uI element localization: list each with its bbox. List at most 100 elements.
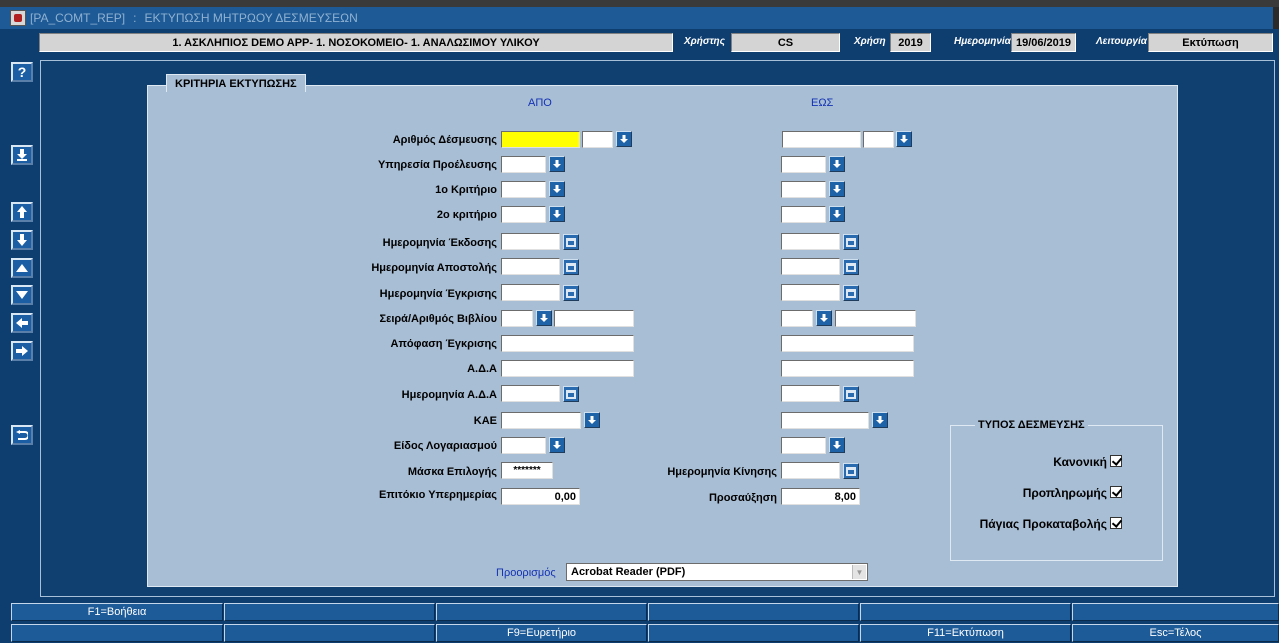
ada-date-to-input[interactable]: [781, 385, 840, 402]
issue-date-from-input[interactable]: [501, 233, 560, 250]
arrow-down-icon: [553, 209, 561, 218]
fixed-advance-checkbox[interactable]: [1110, 517, 1122, 529]
book-series-to-lov-button[interactable]: [816, 310, 832, 326]
criterion1-from-input[interactable]: [501, 181, 546, 198]
late-interest-input[interactable]: 0,00: [501, 488, 580, 505]
criterion2-label: 2ο κριτήριο: [436, 209, 497, 221]
prepayment-checkbox[interactable]: [1110, 486, 1122, 498]
list-values-button[interactable]: [11, 145, 33, 165]
first-record-button[interactable]: [11, 202, 33, 222]
book-number-to-input[interactable]: [835, 310, 916, 327]
movement-date-calendar-icon[interactable]: [843, 463, 859, 479]
destination-select[interactable]: Acrobat Reader (PDF) ▼: [566, 563, 868, 581]
account-type-from-lov-button[interactable]: [549, 437, 565, 453]
next-record-button[interactable]: [11, 285, 33, 305]
fkey-r2-2[interactable]: [224, 624, 435, 642]
origin-service-label: Υπηρεσία Προέλευσης: [377, 159, 497, 171]
kae-from-lov-button[interactable]: [584, 412, 600, 428]
esc-exit-key[interactable]: Esc=Τέλος: [1072, 624, 1279, 642]
book-series-from-lov-button[interactable]: [536, 310, 552, 326]
approval-decision-to-input[interactable]: [781, 335, 914, 352]
destination-label: Προορισμός: [496, 567, 556, 579]
commitment-no-to-input[interactable]: [782, 131, 861, 148]
arrow-down-icon: [588, 415, 596, 424]
undo-button[interactable]: [11, 425, 33, 445]
book-series-to-input[interactable]: [781, 310, 813, 327]
origin-service-to-input[interactable]: [781, 156, 826, 173]
fkey-r1-6[interactable]: [1072, 603, 1279, 621]
dispatch-date-from-calendar-icon[interactable]: [563, 259, 579, 275]
help-button[interactable]: ?: [11, 62, 33, 82]
function-keys: F1=Βοήθεια F9=Ευρετήριο F11=Εκτύπωση Esc…: [0, 603, 1279, 643]
triangle-up-icon: [16, 264, 28, 272]
fkey-r1-4[interactable]: [648, 603, 859, 621]
account-type-to-lov-button[interactable]: [829, 437, 845, 453]
criterion2-to-lov-button[interactable]: [829, 206, 845, 222]
fkey-r2-1[interactable]: [11, 624, 223, 642]
dispatch-date-to-input[interactable]: [781, 258, 840, 275]
criterion2-from-input[interactable]: [501, 206, 546, 223]
fixed-advance-checkbox-label: Πάγιας Προκαταβολής: [979, 517, 1107, 531]
criterion1-from-lov-button[interactable]: [549, 181, 565, 197]
selection-mask-input[interactable]: *******: [501, 462, 553, 479]
last-record-button[interactable]: [11, 230, 33, 250]
user-field: CS: [731, 33, 840, 52]
kae-to-input[interactable]: [781, 412, 869, 429]
previous-record-button[interactable]: [11, 258, 33, 278]
account-type-from-input[interactable]: [501, 437, 546, 454]
fkey-r1-3[interactable]: [436, 603, 647, 621]
origin-service-to-lov-button[interactable]: [829, 156, 845, 172]
ada-to-input[interactable]: [781, 360, 914, 377]
book-number-from-input[interactable]: [554, 310, 634, 327]
date-label: Ημερομηνία: [954, 36, 1011, 47]
arrow-down-icon: [540, 313, 548, 322]
book-series-from-input[interactable]: [501, 310, 533, 327]
f11-print-key[interactable]: F11=Εκτύπωση: [860, 624, 1071, 642]
arrow-down-icon: [900, 134, 908, 143]
commitment-no-from-suffix-input[interactable]: [582, 131, 613, 148]
approval-date-to-calendar-icon[interactable]: [843, 285, 859, 301]
criterion1-to-lov-button[interactable]: [829, 181, 845, 197]
arrow-down-icon: [833, 184, 841, 193]
fkey-r2-4[interactable]: [648, 624, 859, 642]
account-type-to-input[interactable]: [781, 437, 826, 454]
approval-date-from-calendar-icon[interactable]: [563, 285, 579, 301]
info-bar: 1. ΑΣΚΛΗΠΙΟΣ DEMO APP- 1. ΝΟΣΟΚΟΜΕΙΟ- 1.…: [0, 33, 1279, 53]
commitment-no-from-lov-button[interactable]: [616, 131, 632, 147]
next-block-button[interactable]: [11, 341, 33, 361]
kae-from-input[interactable]: [501, 412, 581, 429]
previous-block-button[interactable]: [11, 313, 33, 333]
fkey-r1-2[interactable]: [224, 603, 435, 621]
ada-date-to-calendar-icon[interactable]: [843, 386, 859, 402]
movement-date-input[interactable]: [781, 462, 840, 479]
approval-date-to-input[interactable]: [781, 284, 840, 301]
criterion2-from-lov-button[interactable]: [549, 206, 565, 222]
ada-date-from-calendar-icon[interactable]: [563, 386, 579, 402]
f1-help-key[interactable]: F1=Βοήθεια: [11, 603, 223, 621]
origin-service-from-lov-button[interactable]: [549, 156, 565, 172]
criterion2-to-input[interactable]: [781, 206, 826, 223]
criterion1-to-input[interactable]: [781, 181, 826, 198]
approval-decision-from-input[interactable]: [501, 335, 634, 352]
f9-index-key[interactable]: F9=Ευρετήριο: [436, 624, 647, 642]
kae-to-lov-button[interactable]: [872, 412, 888, 428]
issue-date-to-calendar-icon[interactable]: [843, 234, 859, 250]
dispatch-date-from-input[interactable]: [501, 258, 560, 275]
origin-service-from-input[interactable]: [501, 156, 546, 173]
approval-date-from-input[interactable]: [501, 284, 560, 301]
commitment-no-to-lov-button[interactable]: [896, 131, 912, 147]
issue-date-to-input[interactable]: [781, 233, 840, 250]
fkey-r1-5[interactable]: [860, 603, 1071, 621]
ada-label: Α.Δ.Α: [467, 363, 497, 375]
surcharge-input[interactable]: 8,00: [781, 488, 860, 505]
normal-checkbox[interactable]: [1110, 455, 1122, 467]
ada-date-from-input[interactable]: [501, 385, 560, 402]
dropdown-arrow-icon[interactable]: ▼: [852, 565, 866, 579]
issue-date-from-calendar-icon[interactable]: [563, 234, 579, 250]
commitment-no-to-suffix-input[interactable]: [863, 131, 894, 148]
ada-from-input[interactable]: [501, 360, 634, 377]
account-type-label: Είδος Λογαριασμού: [393, 440, 497, 452]
mode-label: Λειτουργία: [1096, 36, 1147, 47]
dispatch-date-to-calendar-icon[interactable]: [843, 259, 859, 275]
commitment-no-from-input[interactable]: [501, 131, 580, 148]
